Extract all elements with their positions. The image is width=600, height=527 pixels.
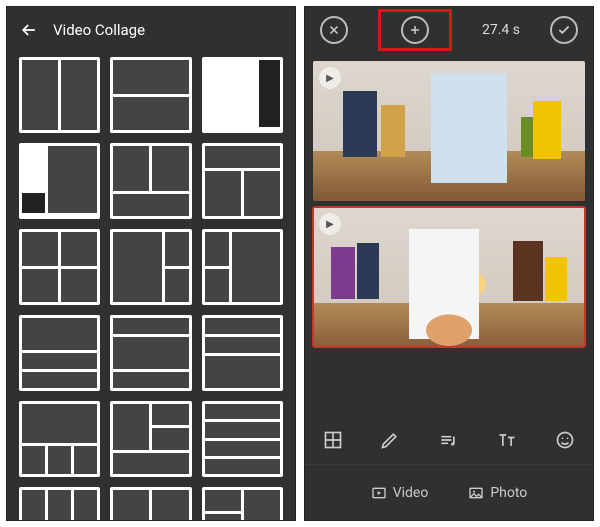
layout-header: Video Collage — [7, 7, 295, 53]
close-icon[interactable] — [320, 16, 348, 44]
confirm-icon[interactable] — [550, 16, 578, 44]
add-highlight — [378, 9, 452, 51]
clip-thumbnail — [313, 207, 585, 347]
layout-option[interactable] — [19, 57, 100, 133]
layout-option[interactable] — [202, 315, 283, 391]
play-icon: ▶ — [319, 213, 341, 235]
layout-option[interactable] — [202, 229, 283, 305]
layout-option[interactable] — [202, 487, 283, 520]
tab-video[interactable]: Video — [371, 485, 429, 501]
preview-area: ▶ ▶ — [305, 53, 593, 355]
media-tabs: Video Photo — [305, 464, 593, 520]
layout-option[interactable] — [19, 143, 100, 219]
edit-tool-icon[interactable] — [380, 430, 400, 450]
layout-option[interactable] — [19, 401, 100, 477]
sticker-tool-icon[interactable] — [555, 430, 575, 450]
layout-option[interactable] — [110, 143, 191, 219]
layout-option[interactable] — [202, 401, 283, 477]
text-tool-icon[interactable] — [496, 430, 518, 450]
layout-option[interactable] — [202, 143, 283, 219]
layout-option[interactable] — [110, 315, 191, 391]
layout-picker-screen: Video Collage — [6, 6, 296, 521]
layout-title: Video Collage — [53, 21, 145, 39]
editor-toolbar — [305, 416, 593, 464]
add-icon[interactable] — [401, 16, 429, 44]
tab-video-label: Video — [393, 485, 429, 501]
tab-photo[interactable]: Photo — [468, 485, 527, 501]
layout-option[interactable] — [110, 57, 191, 133]
layout-tool-icon[interactable] — [323, 430, 343, 450]
layout-grid — [7, 53, 295, 520]
layout-option[interactable] — [19, 315, 100, 391]
layout-option[interactable] — [110, 401, 191, 477]
clip-thumbnail — [313, 61, 585, 201]
layout-option[interactable] — [110, 487, 191, 520]
clip-2[interactable]: ▶ — [313, 207, 585, 347]
editor-screen: 27.4 s ▶ ▶ Vi — [304, 6, 594, 521]
back-icon[interactable] — [19, 20, 39, 40]
duration-label: 27.4 s — [482, 22, 520, 38]
layout-option[interactable] — [19, 487, 100, 520]
play-icon: ▶ — [319, 67, 341, 89]
layout-option[interactable] — [19, 229, 100, 305]
editor-header: 27.4 s — [305, 7, 593, 53]
clip-1[interactable]: ▶ — [313, 61, 585, 201]
layout-option[interactable] — [110, 229, 191, 305]
tab-photo-label: Photo — [490, 485, 527, 501]
music-tool-icon[interactable] — [437, 430, 459, 450]
layout-option[interactable] — [202, 57, 283, 133]
